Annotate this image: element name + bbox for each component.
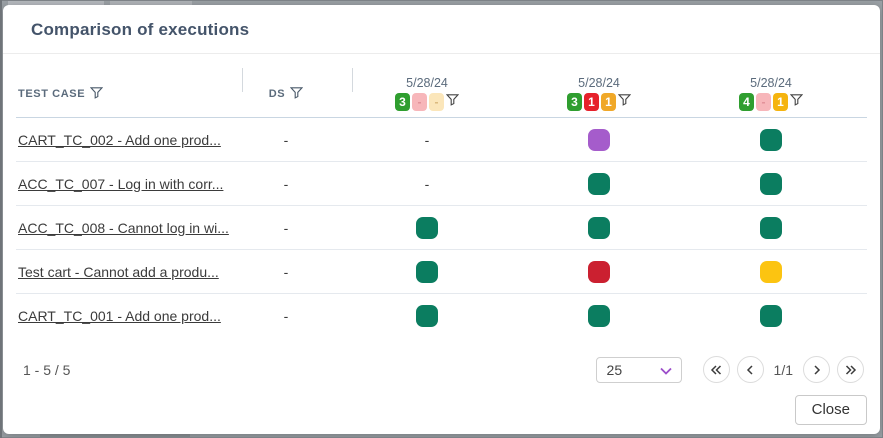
execution-date: 5/28/24 [750, 76, 792, 90]
ds-cell: - [231, 176, 341, 192]
ds-cell: - [231, 220, 341, 236]
status-square[interactable] [760, 305, 782, 327]
status-square[interactable] [760, 129, 782, 151]
execution-date: 5/28/24 [406, 76, 448, 90]
table-header-row: TEST CASE DS 5/28/24 3 - - [16, 54, 867, 118]
execution-cell [513, 173, 685, 195]
previous-page-button[interactable] [737, 356, 764, 383]
column-header-execution-1: 5/28/24 3 - - [341, 76, 513, 111]
result-range-label: 1 - 5 / 5 [23, 362, 70, 378]
filter-icon[interactable] [90, 86, 103, 102]
status-count-badge: 4 [739, 93, 754, 111]
execution-cell [685, 261, 857, 283]
status-square[interactable] [416, 217, 438, 239]
screenshot-frame-left [0, 0, 2, 438]
page-indicator: 1/1 [774, 362, 793, 378]
last-page-button[interactable] [837, 356, 864, 383]
table-row: ACC_TC_008 - Cannot log in wi... - [16, 206, 867, 250]
execution-cell [513, 217, 685, 239]
status-square[interactable] [588, 261, 610, 283]
status-count-badge: 1 [773, 93, 788, 111]
dialog-header: Comparison of executions [3, 5, 880, 54]
pagination-bar: 1 - 5 / 5 25 1/1 [3, 338, 880, 383]
ds-cell: - [231, 132, 341, 148]
dialog-title: Comparison of executions [31, 20, 249, 39]
comparison-dialog: Comparison of executions TEST CASE DS 5/… [3, 5, 880, 434]
column-divider [242, 68, 243, 92]
filter-icon[interactable] [618, 93, 631, 111]
status-count-badge: 3 [567, 93, 582, 111]
execution-cell [341, 305, 513, 327]
status-square[interactable] [588, 129, 610, 151]
ds-cell: - [231, 308, 341, 324]
test-case-link[interactable]: CART_TC_002 - Add one prod... [16, 132, 231, 148]
status-count-badge: 3 [395, 93, 410, 111]
column-header-ds: DS [231, 86, 341, 102]
execution-cell [685, 129, 857, 151]
status-square[interactable] [588, 217, 610, 239]
test-case-link[interactable]: Test cart - Cannot add a produ... [16, 264, 231, 280]
ds-header-label: DS [269, 88, 285, 100]
status-square[interactable] [760, 173, 782, 195]
execution-cell [685, 305, 857, 327]
filter-icon[interactable] [290, 86, 303, 102]
test-case-link[interactable]: ACC_TC_008 - Cannot log in wi... [16, 220, 231, 236]
ds-cell: - [231, 264, 341, 280]
table-row: ACC_TC_007 - Log in with corr... - - [16, 162, 867, 206]
status-count-badge: 1 [584, 93, 599, 111]
execution-date: 5/28/24 [578, 76, 620, 90]
column-divider [352, 68, 353, 92]
pager-controls: 25 1/1 [596, 356, 864, 383]
filter-icon[interactable] [790, 93, 803, 111]
execution-cell [341, 217, 513, 239]
status-badges: 3 1 1 [567, 93, 631, 111]
status-count-badge: - [412, 93, 427, 111]
status-count-badge: 1 [601, 93, 616, 111]
status-square[interactable] [588, 305, 610, 327]
status-badges: 4 - 1 [739, 93, 803, 111]
status-square[interactable] [760, 217, 782, 239]
execution-cell [341, 261, 513, 283]
column-header-execution-2: 5/28/24 3 1 1 [513, 76, 685, 111]
first-page-button[interactable] [703, 356, 730, 383]
comparison-table: TEST CASE DS 5/28/24 3 - - [3, 54, 880, 338]
execution-cell [513, 261, 685, 283]
test-case-link[interactable]: ACC_TC_007 - Log in with corr... [16, 176, 231, 192]
status-badges: 3 - - [395, 93, 459, 111]
test-case-link[interactable]: CART_TC_001 - Add one prod... [16, 308, 231, 324]
status-square[interactable] [416, 305, 438, 327]
status-square[interactable] [416, 261, 438, 283]
status-count-badge: - [756, 93, 771, 111]
dialog-footer: Close [3, 383, 880, 425]
column-header-execution-3: 5/28/24 4 - 1 [685, 76, 857, 111]
table-row: CART_TC_001 - Add one prod... - [16, 294, 867, 338]
execution-cell: - [341, 176, 513, 192]
status-count-badge: - [429, 93, 444, 111]
execution-cell [685, 217, 857, 239]
execution-cell: - [341, 132, 513, 148]
status-square[interactable] [760, 261, 782, 283]
execution-cell [513, 305, 685, 327]
test-case-header-label: TEST CASE [18, 88, 85, 100]
filter-icon[interactable] [446, 93, 459, 111]
status-square[interactable] [588, 173, 610, 195]
column-header-test-case: TEST CASE [16, 86, 231, 102]
table-row: Test cart - Cannot add a produ... - [16, 250, 867, 294]
next-page-button[interactable] [803, 356, 830, 383]
execution-cell [513, 129, 685, 151]
page-size-select[interactable]: 25 [596, 357, 682, 383]
execution-cell [685, 173, 857, 195]
close-button[interactable]: Close [795, 395, 867, 425]
table-row: CART_TC_002 - Add one prod... - - [16, 118, 867, 162]
chevron-down-icon [660, 362, 672, 378]
page-size-value: 25 [607, 362, 623, 378]
